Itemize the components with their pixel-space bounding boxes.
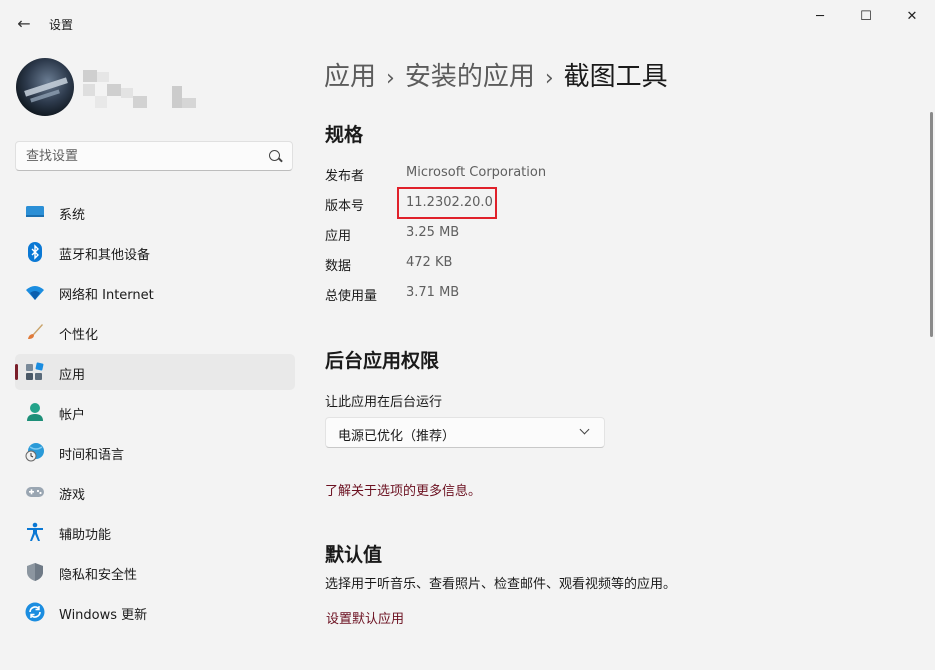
sidebar-item-apps[interactable]: 应用: [15, 354, 295, 390]
sidebar-item-label: 应用: [59, 368, 86, 383]
spec-label: 应用: [325, 229, 352, 244]
sidebar-item-time-language[interactable]: 时间和语言: [15, 434, 295, 470]
brush-icon: [28, 324, 43, 339]
spec-value: 3.71 MB: [406, 285, 460, 300]
spec-label: 总使用量: [325, 289, 378, 304]
accessibility-icon: [27, 522, 43, 541]
defaults-title: 默认值: [325, 544, 383, 566]
sidebar-item-label: 辅助功能: [59, 528, 112, 543]
sidebar-item-personalization[interactable]: 个性化: [15, 314, 295, 350]
spec-row-data-size: 数据 472 KB: [325, 255, 825, 277]
gamepad-icon: [26, 487, 44, 497]
sidebar-item-label: 蓝牙和其他设备: [59, 248, 151, 263]
more-info-link[interactable]: 了解关于选项的更多信息。: [325, 480, 481, 499]
sidebar-nav: 系统 蓝牙和其他设备 网络和 Internet 个性化 应用 帐户 时间和语言 …: [15, 194, 295, 634]
sidebar-item-privacy[interactable]: 隐私和安全性: [15, 554, 295, 590]
sidebar-item-label: 网络和 Internet: [59, 288, 154, 303]
breadcrumb-installed-apps[interactable]: 安装的应用: [405, 62, 535, 92]
shield-icon: [27, 563, 43, 581]
chevron-down-icon: [579, 424, 590, 435]
update-icon: [25, 602, 45, 622]
search-box[interactable]: [15, 141, 293, 171]
sidebar-item-network[interactable]: 网络和 Internet: [15, 274, 295, 310]
sidebar-item-bluetooth[interactable]: 蓝牙和其他设备: [15, 234, 295, 270]
defaults-description: 选择用于听音乐、查看照片、检查邮件、观看视频等的应用。: [325, 577, 677, 592]
sidebar-item-accounts[interactable]: 帐户: [15, 394, 295, 430]
specs-title: 规格: [325, 124, 364, 146]
back-arrow-icon[interactable]: ←: [12, 12, 36, 36]
account-icon: [27, 403, 43, 421]
sidebar-item-label: 时间和语言: [59, 448, 125, 463]
sidebar-item-label: 游戏: [59, 488, 86, 503]
sidebar-item-system[interactable]: 系统: [15, 194, 295, 230]
spec-label: 数据: [325, 259, 352, 274]
system-icon: [26, 206, 44, 217]
sidebar-item-label: Windows 更新: [59, 608, 148, 623]
minimize-button[interactable]: ─: [797, 4, 843, 30]
sidebar-item-gaming[interactable]: 游戏: [15, 474, 295, 510]
set-default-apps-link[interactable]: 设置默认应用: [326, 608, 404, 627]
spec-label: 发布者: [325, 169, 365, 184]
scrollbar[interactable]: [930, 112, 933, 337]
spec-row-publisher: 发布者 Microsoft Corporation: [325, 165, 825, 187]
background-run-dropdown[interactable]: 电源已优化（推荐）: [325, 417, 605, 448]
spec-value: 472 KB: [406, 255, 453, 270]
search-input[interactable]: [26, 142, 266, 170]
maximize-button[interactable]: ☐: [843, 4, 889, 30]
breadcrumb-separator: ›: [386, 66, 395, 91]
breadcrumb-separator: ›: [544, 66, 554, 91]
breadcrumb-current: 截图工具: [563, 62, 668, 92]
sidebar-item-accessibility[interactable]: 辅助功能: [15, 514, 295, 550]
sidebar-item-label: 个性化: [59, 328, 99, 343]
time-language-icon: [25, 443, 44, 462]
spec-label: 版本号: [325, 199, 365, 214]
apps-icon: [26, 362, 44, 380]
version-highlight-box: [397, 187, 497, 219]
breadcrumb-apps[interactable]: 应用: [324, 62, 376, 92]
selected-indicator: [15, 364, 18, 380]
background-run-label: 让此应用在后台运行: [325, 395, 443, 410]
close-button[interactable]: ✕: [889, 4, 935, 30]
breadcrumb: 应用 › 安装的应用 › 截图工具: [324, 56, 668, 93]
sidebar-item-windows-update[interactable]: Windows 更新: [15, 594, 295, 630]
sidebar-item-label: 帐户: [59, 408, 86, 423]
window-title: 设置: [49, 18, 74, 32]
avatar[interactable]: [16, 58, 74, 116]
bluetooth-icon: [28, 242, 42, 262]
sidebar-item-label: 隐私和安全性: [59, 568, 138, 583]
spec-row-total-usage: 总使用量 3.71 MB: [325, 285, 825, 307]
dropdown-selected-value: 电源已优化（推荐）: [338, 429, 456, 444]
title-bar: ← 设置 ─ ☐ ✕: [0, 0, 935, 46]
background-permissions-title: 后台应用权限: [325, 350, 440, 372]
wifi-icon: [26, 286, 44, 300]
search-icon[interactable]: [269, 150, 280, 161]
spec-value: 3.25 MB: [406, 225, 460, 240]
sidebar-item-label: 系统: [59, 208, 86, 223]
spec-value: Microsoft Corporation: [406, 165, 547, 180]
spec-row-app-size: 应用 3.25 MB: [325, 225, 825, 247]
